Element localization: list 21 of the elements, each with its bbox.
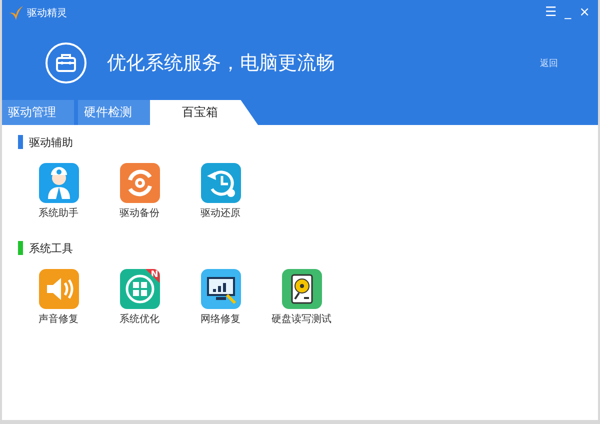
close-button[interactable]: × (579, 5, 590, 21)
tool-label[interactable]: 系统优化 (120, 314, 160, 326)
tool-label[interactable]: 硬盘读写测试 (272, 314, 332, 326)
section-title: 系统工具 (29, 240, 73, 256)
tool-label[interactable]: 系统助手 (38, 208, 78, 220)
monitor-chart-icon[interactable] (200, 269, 240, 309)
window-title: 驱动精灵 (27, 6, 68, 20)
app-logo-icon (8, 5, 24, 21)
speaker-icon[interactable] (38, 269, 78, 309)
tool-label[interactable]: 声音修复 (38, 314, 78, 326)
tab[interactable]: 百宝箱 (150, 100, 258, 125)
tool-label[interactable]: 驱动备份 (120, 208, 160, 220)
minimize-button[interactable]: _ (564, 5, 572, 21)
tool-label[interactable]: 驱动还原 (200, 208, 240, 220)
section-title: 驱动辅助 (29, 134, 73, 150)
tool-label[interactable]: 网络修复 (200, 314, 240, 326)
banner-headline: 优化系统服务，电脑更流畅 (107, 51, 336, 76)
gear-arrows-icon[interactable] (120, 163, 160, 203)
toolbox-icon (45, 42, 87, 84)
menu-button[interactable]: ☰ (544, 5, 557, 21)
doctor-icon[interactable] (38, 163, 78, 203)
